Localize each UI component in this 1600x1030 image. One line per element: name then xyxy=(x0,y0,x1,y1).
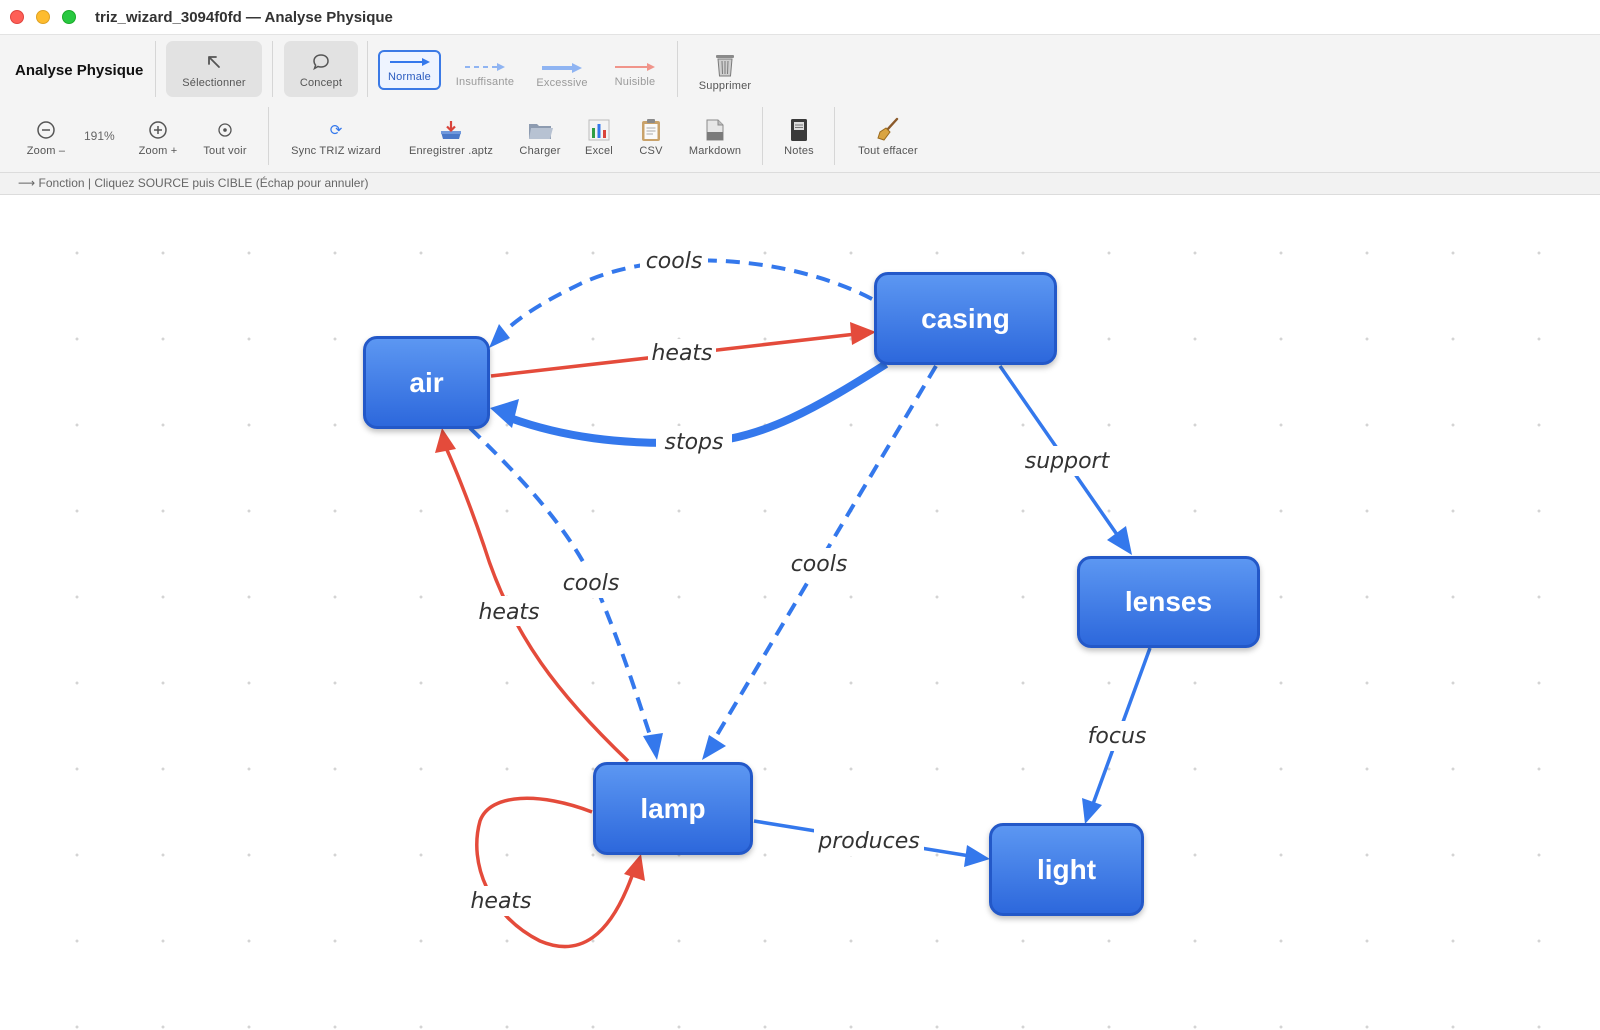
bar-chart-icon xyxy=(587,119,611,141)
dashed-arrow-icon xyxy=(464,61,506,73)
clear-all-button[interactable]: Tout effacer xyxy=(848,115,928,157)
edge-label: cools xyxy=(791,552,848,577)
toolbar-divider xyxy=(677,41,678,97)
link-insufficient-button[interactable]: Insuffisante xyxy=(448,52,522,88)
close-window-button[interactable] xyxy=(10,10,24,24)
edge-casing-air-cools[interactable]: cools xyxy=(489,246,873,348)
node-casing[interactable]: casing xyxy=(874,272,1057,365)
zoom-out-button[interactable]: Zoom – xyxy=(20,117,72,157)
notes-button[interactable]: Notes xyxy=(774,115,824,157)
link-normal-button[interactable]: Normale xyxy=(378,50,441,90)
toolbar-divider xyxy=(268,107,269,165)
maximize-window-button[interactable] xyxy=(62,10,76,24)
concept-tool-button[interactable]: Concept xyxy=(284,41,358,97)
edge-label: cools xyxy=(563,571,620,596)
download-tray-icon xyxy=(438,119,464,141)
toolbar-divider xyxy=(272,41,273,97)
minus-circle-icon xyxy=(36,119,56,141)
folder-icon xyxy=(527,119,553,141)
clipboard-icon xyxy=(640,119,662,141)
edge-label: heats xyxy=(470,889,531,914)
toolbar-divider xyxy=(155,41,156,97)
arrow-pointer-icon xyxy=(205,51,223,73)
target-icon xyxy=(217,119,233,141)
link-harmful-button[interactable]: Nuisible xyxy=(602,52,668,88)
toolbar: Analyse Physique Sélectionner Concept No… xyxy=(0,35,1600,173)
link-excessive-button[interactable]: Excessive xyxy=(527,52,597,89)
title-bar: triz_wizard_3094f0fd — Analyse Physique xyxy=(0,0,1600,35)
refresh-icon: ⟳ xyxy=(329,122,343,139)
node-lamp[interactable]: lamp xyxy=(593,762,753,855)
thick-arrow-icon xyxy=(541,62,583,74)
edge-lamp-light-produces[interactable]: produces xyxy=(753,819,990,867)
export-markdown-button[interactable]: Markdown xyxy=(680,115,750,157)
minimize-window-button[interactable] xyxy=(36,10,50,24)
edge-label: stops xyxy=(665,430,724,455)
fit-all-button[interactable]: Tout voir xyxy=(196,117,254,157)
toolbar-divider xyxy=(367,41,368,97)
edge-casing-air-stops[interactable]: stops xyxy=(490,360,889,456)
node-lenses[interactable]: lenses xyxy=(1077,556,1260,648)
delete-button[interactable]: Supprimer xyxy=(690,47,760,92)
edge-label: support xyxy=(1025,449,1111,474)
node-air[interactable]: air xyxy=(363,336,490,429)
edge-label: cools xyxy=(646,249,703,274)
load-button[interactable]: Charger xyxy=(512,115,568,157)
edge-label: heats xyxy=(651,341,712,366)
app-label: Analyse Physique xyxy=(15,62,144,79)
sync-triz-button[interactable]: ⟳ Sync TRIZ wizard xyxy=(282,117,390,157)
edge-lenses-light-focus[interactable]: focus xyxy=(1080,647,1154,824)
speech-bubble-icon xyxy=(311,51,331,73)
toolbar-divider xyxy=(834,107,835,165)
window-title: triz_wizard_3094f0fd — Analyse Physique xyxy=(95,9,393,26)
status-hint: ⟶ Fonction | Cliquez SOURCE puis CIBLE (… xyxy=(0,173,1600,195)
toolbar-divider xyxy=(762,107,763,165)
edge-label: produces xyxy=(817,829,919,854)
zoom-level: 191% xyxy=(84,129,115,143)
red-arrow-icon xyxy=(614,61,656,73)
edge-air-casing-heats[interactable]: heats xyxy=(490,322,876,378)
edges-layer: cools heats stops support cools heats co… xyxy=(435,246,1154,949)
edge-label: focus xyxy=(1088,724,1147,749)
graph-canvas[interactable]: cools heats stops support cools heats co… xyxy=(0,196,1600,1030)
export-excel-button[interactable]: Excel xyxy=(576,115,622,157)
edge-casing-lenses-support[interactable]: support xyxy=(998,365,1132,555)
select-tool-button[interactable]: Sélectionner xyxy=(166,41,262,97)
save-aptz-button[interactable]: Enregistrer .aptz xyxy=(398,115,504,157)
export-csv-button[interactable]: CSV xyxy=(630,115,672,157)
notebook-icon xyxy=(789,119,809,141)
edge-casing-lamp-cools[interactable]: cools xyxy=(702,364,938,760)
node-light[interactable]: light xyxy=(989,823,1144,916)
plus-circle-icon xyxy=(148,119,168,141)
broom-icon xyxy=(875,117,901,141)
edge-label: heats xyxy=(478,600,539,625)
solid-arrow-icon xyxy=(389,56,431,68)
edge-air-lamp-cools[interactable]: cools xyxy=(468,426,663,760)
document-icon xyxy=(705,119,725,141)
trash-icon xyxy=(713,54,737,77)
zoom-in-button[interactable]: Zoom + xyxy=(132,117,184,157)
